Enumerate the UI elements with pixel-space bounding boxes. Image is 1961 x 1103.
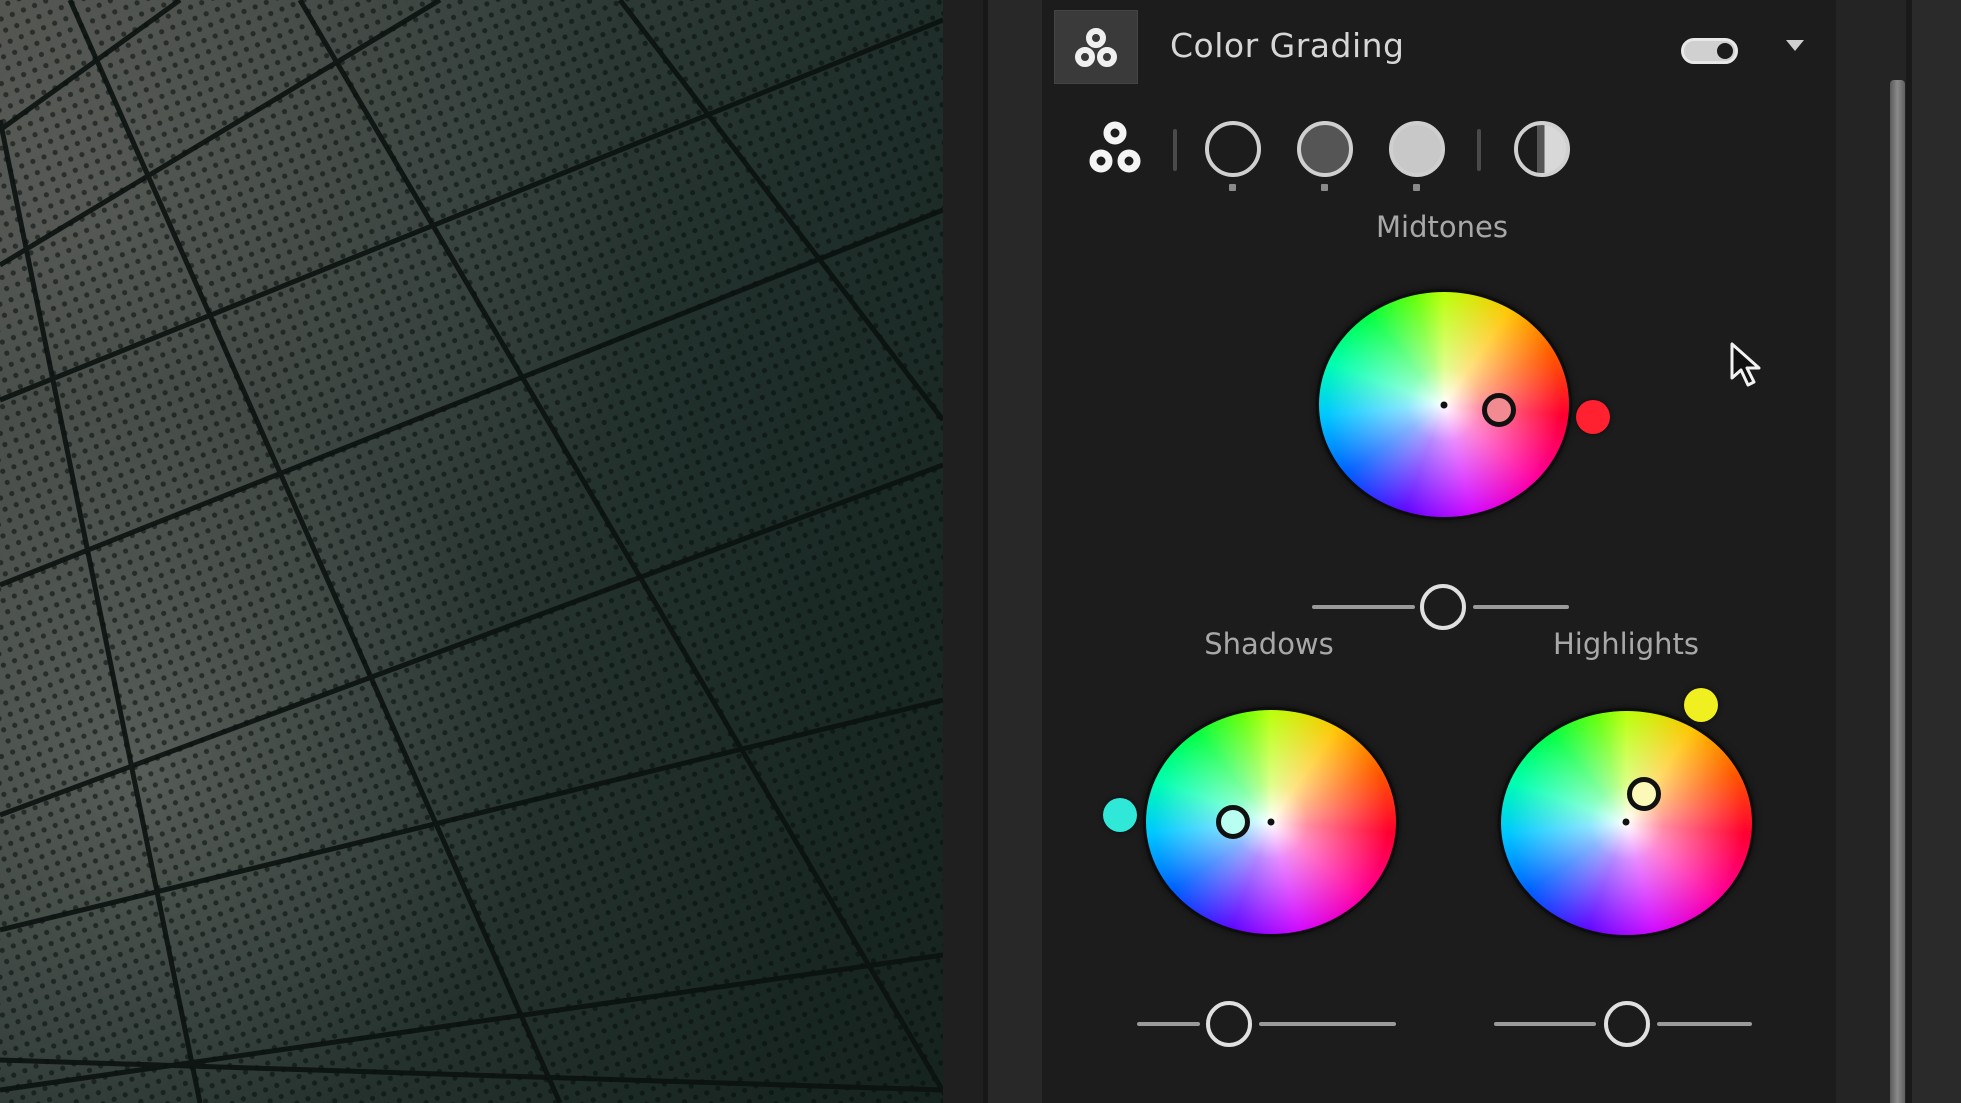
highlights-luminance-track[interactable] — [1657, 1022, 1752, 1026]
mode-indicator-dot — [1229, 184, 1236, 191]
mode-3way-button[interactable] — [1088, 120, 1142, 180]
highlights-hue-marker[interactable] — [1627, 777, 1661, 811]
midtones-hue-marker[interactable] — [1482, 393, 1516, 427]
highlights-wheel-center — [1622, 818, 1630, 826]
toggle-knob — [1717, 43, 1733, 59]
midtones-luminance-track[interactable] — [1312, 605, 1415, 609]
mode-shadows-button[interactable] — [1205, 121, 1261, 177]
highlights-tint-swatch — [1684, 688, 1718, 722]
midtones-luminance-track[interactable] — [1473, 605, 1569, 609]
mode-indicator-dot — [1321, 184, 1328, 191]
shadows-luminance-track[interactable] — [1259, 1022, 1396, 1026]
mode-separator — [1477, 129, 1481, 171]
midtones-tint-swatch — [1576, 400, 1610, 434]
mode-midtones-button[interactable] — [1297, 121, 1353, 177]
panel-enable-toggle[interactable] — [1681, 38, 1738, 64]
highlights-label: Highlights — [1552, 627, 1700, 661]
photo-preview — [0, 0, 943, 1103]
shadows-luminance-track[interactable] — [1137, 1022, 1200, 1026]
right-sidebar-strip — [1912, 0, 1961, 1103]
mouse-cursor-icon — [1730, 342, 1761, 387]
panel-gutter — [943, 0, 983, 1103]
highlights-luminance-slider[interactable] — [1604, 1001, 1650, 1047]
three-circles-icon — [1089, 121, 1141, 173]
facade-grid-lines — [0, 0, 943, 1103]
panel-header-icon-button[interactable] — [1054, 10, 1138, 84]
midtones-wheel-center — [1440, 401, 1448, 409]
mode-separator — [1173, 129, 1177, 171]
shadows-wheel-center — [1267, 818, 1275, 826]
shadows-tint-swatch — [1103, 798, 1137, 832]
highlights-luminance-track[interactable] — [1494, 1022, 1596, 1026]
mode-indicator-dot — [1413, 184, 1420, 191]
shadows-hue-marker[interactable] — [1216, 805, 1250, 839]
shadows-luminance-slider[interactable] — [1206, 1001, 1252, 1047]
midtones-luminance-slider[interactable] — [1420, 584, 1466, 630]
panel-gutter-inner — [988, 0, 1042, 1103]
three-circles-icon — [1075, 28, 1117, 67]
panel-title: Color Grading — [1170, 26, 1405, 65]
mode-highlights-button[interactable] — [1389, 121, 1445, 177]
midtones-label: Midtones — [1376, 210, 1508, 244]
caret-down-icon[interactable] — [1786, 40, 1804, 51]
scrollbar-thumb[interactable] — [1890, 80, 1905, 1103]
shadows-label: Shadows — [1204, 627, 1334, 661]
mode-global-button[interactable] — [1514, 121, 1570, 177]
